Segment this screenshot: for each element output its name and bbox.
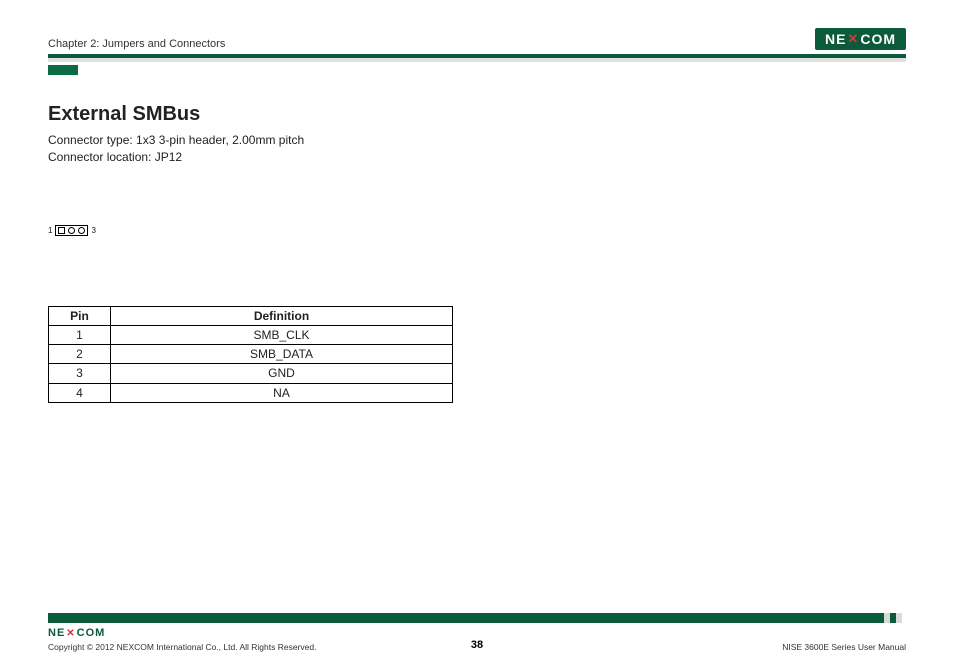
cell-pin: 1 [49,325,111,344]
logo-pre: NE [825,31,846,47]
table-row: 4 NA [49,383,453,402]
pin3-circle-icon [78,227,85,234]
connector-diagram: 1 3 [48,225,906,236]
cell-def: GND [111,364,453,383]
page-number: 38 [471,639,483,651]
chapter-label: Chapter 2: Jumpers and Connectors [48,38,225,50]
footer-rule [48,613,884,623]
table-row: 1 SMB_CLK [49,325,453,344]
th-pin: Pin [49,306,111,325]
logo-post: COM [860,31,896,47]
section-title: External SMBus [48,103,906,126]
page-footer: NE✕COM Copyright © 2012 NEXCOM Internati… [48,613,906,652]
cell-pin: 4 [49,383,111,402]
diagram-right-label: 3 [91,226,95,235]
table-row: 3 GND [49,364,453,383]
logo-pre: NE [48,627,65,639]
connector-type: Connector type: 1x3 3-pin header, 2.00mm… [48,132,906,149]
footer-marks-icon [884,613,906,623]
th-definition: Definition [111,306,453,325]
pin-definition-table: Pin Definition 1 SMB_CLK 2 SMB_DATA 3 GN… [48,306,453,403]
diagram-left-label: 1 [48,226,52,235]
pin2-circle-icon [68,227,75,234]
brand-logo-top: NE✕COM [815,28,906,50]
table-header-row: Pin Definition [49,306,453,325]
cell-def: SMB_DATA [111,345,453,364]
header-rule [48,54,906,75]
brand-logo-bottom: NE✕COM [48,627,105,639]
pin1-square-icon [58,227,65,234]
connector-location: Connector location: JP12 [48,149,906,166]
logo-post: COM [77,627,106,639]
logo-x-icon: ✕ [66,628,75,639]
copyright-text: Copyright © 2012 NEXCOM International Co… [48,642,316,652]
header-box-icon [55,225,88,236]
cell-pin: 3 [49,364,111,383]
manual-name: NISE 3600E Series User Manual [782,642,906,652]
table-row: 2 SMB_DATA [49,345,453,364]
logo-x-icon: ✕ [847,31,859,47]
cell-def: NA [111,383,453,402]
cell-pin: 2 [49,345,111,364]
cell-def: SMB_CLK [111,325,453,344]
